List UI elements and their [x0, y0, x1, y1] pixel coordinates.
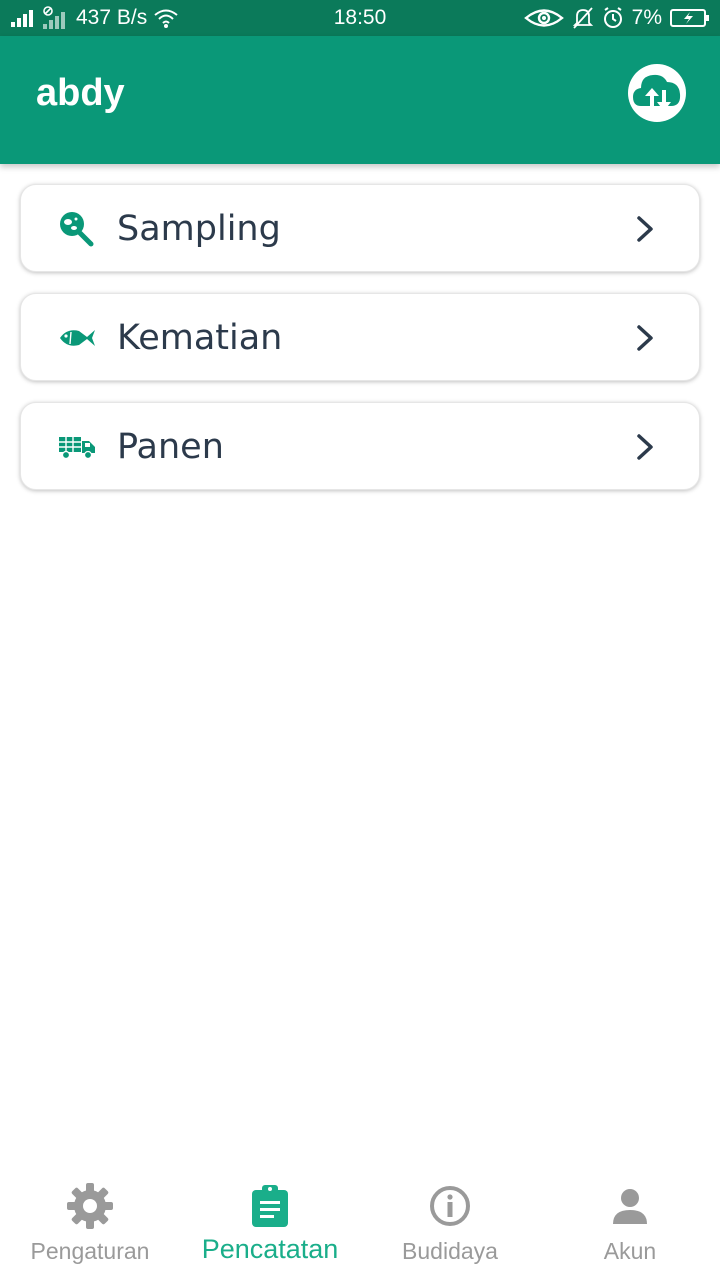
status-bar: 437 B/s 18:50 7% [0, 0, 720, 36]
chevron-right-icon [637, 325, 653, 351]
eye-icon [523, 9, 564, 27]
nav-label: Pengaturan [30, 1238, 150, 1264]
nav-label: Budidaya [402, 1238, 498, 1264]
nav-item-pengaturan[interactable]: Pengaturan [0, 1168, 180, 1280]
gear-icon [66, 1182, 114, 1230]
signal-icon [11, 10, 33, 27]
nav-item-akun[interactable]: Akun [540, 1168, 720, 1280]
status-left: 437 B/s [10, 0, 179, 36]
nav-item-pencatatan[interactable]: Pencatatan [180, 1168, 360, 1280]
person-icon [606, 1182, 654, 1230]
menu-item-label: Kematian [117, 318, 283, 358]
status-right: 7% [523, 0, 710, 36]
menu-list: Sampling Kematian Panen [20, 184, 700, 511]
menu-item-label: Sampling [117, 209, 281, 249]
menu-item-sampling[interactable]: Sampling [20, 184, 700, 272]
menu-item-panen[interactable]: Panen [20, 402, 700, 490]
alarm-icon [603, 7, 622, 28]
cloud-sync-button[interactable] [628, 64, 686, 122]
truck-icon [57, 429, 97, 465]
fish-icon [57, 320, 97, 356]
cloud-sync-icon [633, 74, 681, 111]
menu-item-kematian[interactable]: Kematian [20, 293, 700, 381]
net-speed: 437 B/s [76, 6, 148, 29]
battery-charging-icon [670, 9, 709, 27]
wifi-icon [154, 9, 178, 28]
app-title: abdy [36, 72, 125, 114]
bottom-nav: Pengaturan Pencatatan Budidaya Akun [0, 1168, 720, 1280]
bell-muted-icon [572, 7, 593, 29]
nav-label: Pencatatan [201, 1234, 339, 1264]
info-icon [426, 1182, 474, 1230]
battery-percent: 7% [631, 6, 662, 29]
chevron-right-icon [637, 216, 653, 242]
nav-item-budidaya[interactable]: Budidaya [360, 1168, 540, 1280]
app-bar: abdy [0, 36, 720, 164]
menu-item-label: Panen [117, 427, 224, 467]
signal-no-sim-icon [43, 6, 65, 29]
nav-label: Akun [603, 1238, 657, 1264]
chevron-right-icon [637, 434, 653, 460]
clipboard-icon [246, 1182, 294, 1230]
magnifier-bacteria-icon [57, 211, 97, 247]
